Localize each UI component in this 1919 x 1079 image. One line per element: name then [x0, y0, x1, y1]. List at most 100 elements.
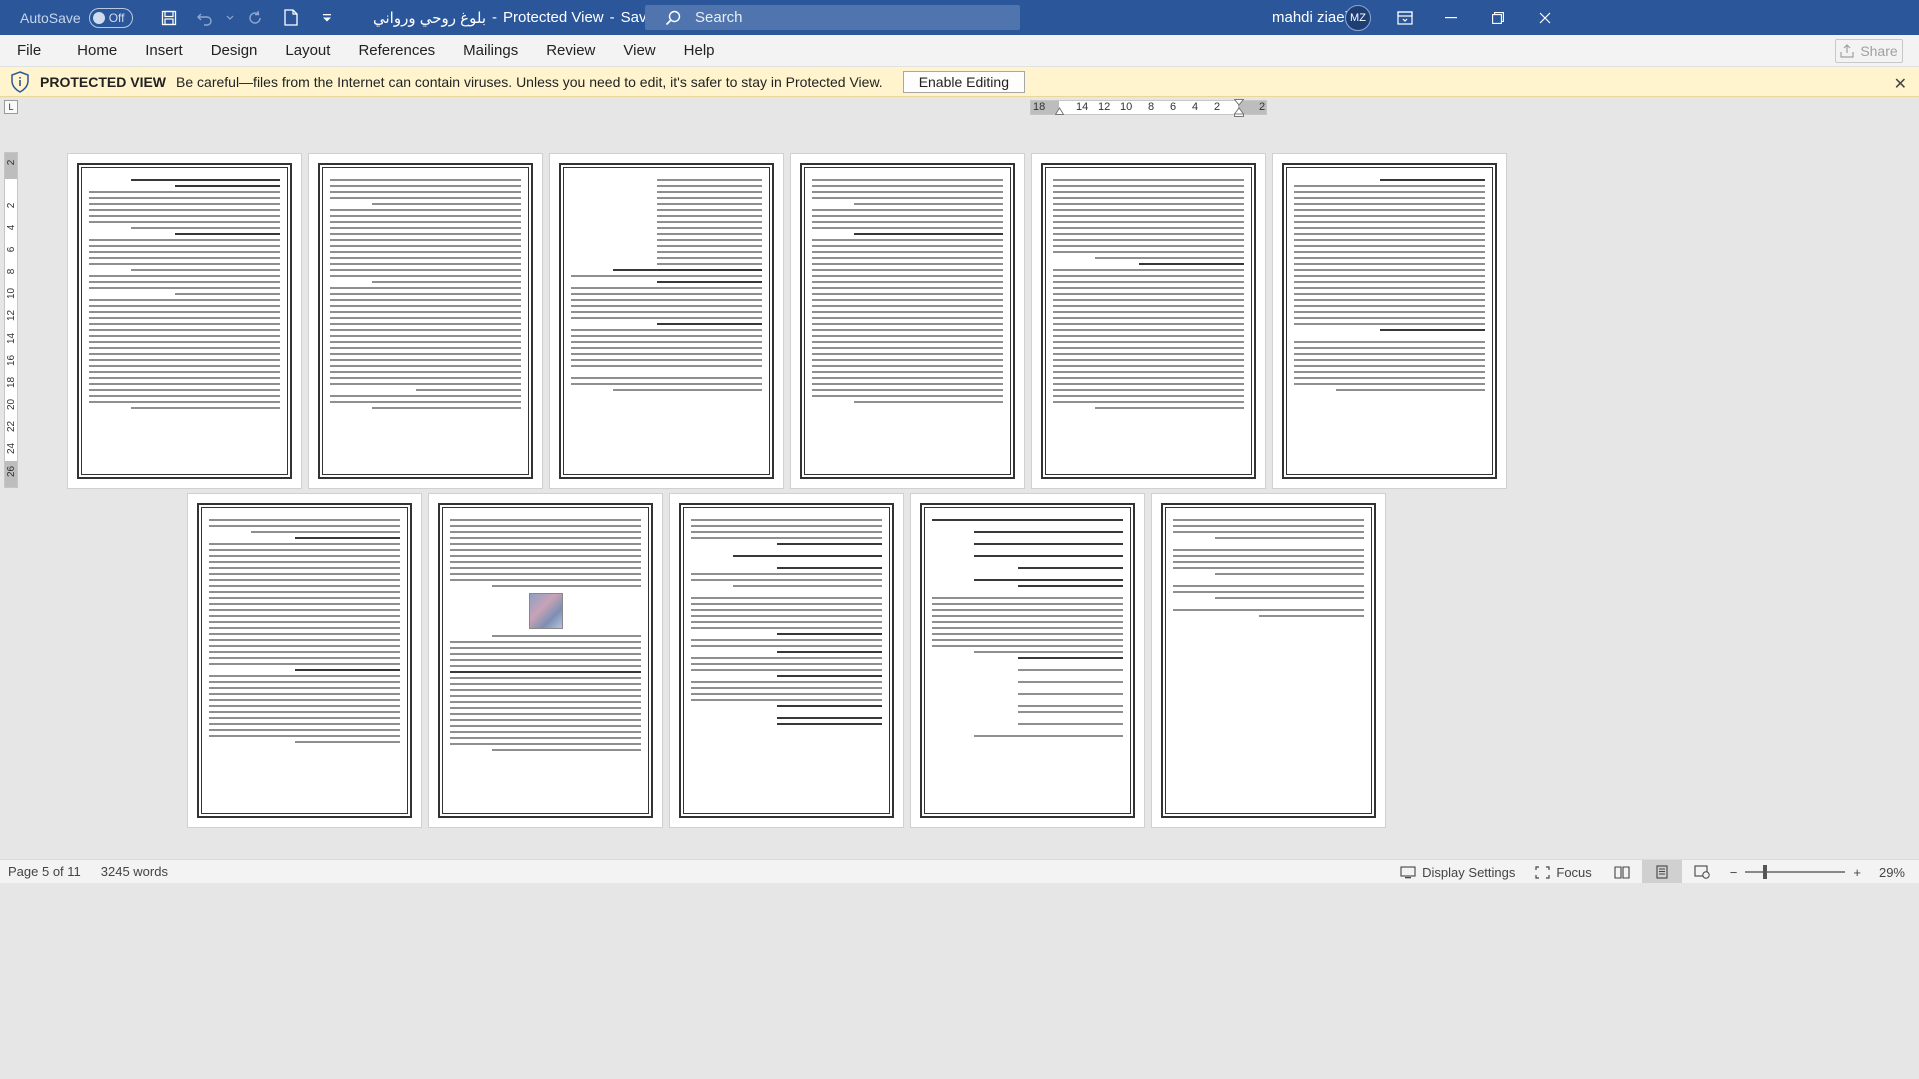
page-text-block: [920, 503, 1135, 818]
horizontal-ruler[interactable]: 18 14 12 10 8 6 4 2 2: [1030, 99, 1267, 117]
focus-button[interactable]: Focus: [1525, 860, 1601, 884]
ruler-tick: 26: [6, 465, 17, 477]
page-count[interactable]: Page 5 of 11: [8, 864, 81, 879]
menu-design[interactable]: Design: [197, 35, 272, 67]
customize-toolbar-icon[interactable]: [309, 0, 345, 35]
ruler-tick: 2: [1259, 101, 1266, 113]
menu-references[interactable]: References: [344, 35, 449, 67]
menu-insert[interactable]: Insert: [131, 35, 197, 67]
menu-help[interactable]: Help: [670, 35, 729, 67]
redo-icon[interactable]: [237, 0, 273, 35]
page-thumbnail[interactable]: [791, 154, 1024, 488]
ruler-tick: 2: [6, 159, 17, 166]
ruler-tick: 2: [6, 202, 17, 209]
page-text-block: [1041, 163, 1256, 479]
ruler-tick: 12: [6, 309, 17, 321]
zoom-slider-thumb[interactable]: [1763, 865, 1768, 879]
menu-layout[interactable]: Layout: [271, 35, 344, 67]
tab-selector-icon[interactable]: L: [4, 100, 18, 114]
page-thumbnail[interactable]: [68, 154, 301, 488]
web-layout-button[interactable]: [1682, 860, 1722, 884]
menu-home[interactable]: Home: [63, 35, 131, 67]
page-thumbnail[interactable]: [1032, 154, 1265, 488]
undo-icon[interactable]: [187, 0, 223, 35]
display-settings-button[interactable]: Display Settings: [1390, 860, 1525, 884]
page-thumbnail[interactable]: [550, 154, 783, 488]
page-thumbnail[interactable]: [429, 494, 662, 827]
page-thumbnail[interactable]: [911, 494, 1144, 827]
menu-mailings[interactable]: Mailings: [449, 35, 532, 67]
protected-view-message: Be careful—files from the Internet can c…: [176, 73, 883, 90]
close-icon[interactable]: [1522, 0, 1568, 35]
left-indent-marker-icon[interactable]: [1055, 107, 1064, 115]
title-separator: -: [609, 9, 615, 26]
close-icon[interactable]: ✕: [1894, 74, 1907, 94]
ruler-row: L 18 14 12 10 8 6 4 2 2: [0, 97, 1919, 119]
focus-icon: [1535, 865, 1550, 879]
search-input[interactable]: Search: [645, 5, 1020, 30]
web-layout-icon: [1694, 865, 1710, 879]
share-icon: [1840, 44, 1854, 58]
autosave-label: AutoSave: [20, 9, 81, 26]
shield-icon: [11, 70, 29, 93]
user-name[interactable]: mahdi ziaei: [1272, 0, 1348, 35]
word-count[interactable]: 3245 words: [101, 864, 168, 879]
print-layout-button[interactable]: [1641, 860, 1682, 884]
autosave-state: Off: [108, 10, 125, 25]
new-document-icon[interactable]: [273, 0, 309, 35]
page-thumbnail[interactable]: [1152, 494, 1385, 827]
display-settings-icon: [1400, 865, 1416, 878]
undo-dropdown-icon[interactable]: [223, 0, 237, 35]
page-thumbnail[interactable]: [1273, 154, 1506, 488]
autosave-toggle[interactable]: Off: [88, 7, 133, 28]
page-text-block: [77, 163, 292, 479]
page-thumbnail[interactable]: [309, 154, 542, 488]
document-name: بلوغ روحي ورواني: [373, 9, 487, 27]
page-text-block: [318, 163, 533, 479]
menu-bar: File Home Insert Design Layout Reference…: [0, 35, 1919, 67]
minimize-icon[interactable]: [1428, 0, 1474, 35]
ruler-tick: 14: [1076, 101, 1089, 113]
vertical-ruler[interactable]: 2 2 4 6 8 10 12 14 16 18 20 22 24 26: [4, 152, 18, 488]
zoom-slider[interactable]: [1745, 865, 1846, 879]
read-mode-button[interactable]: [1602, 860, 1642, 884]
page-text-block: [197, 503, 412, 818]
ruler-tick: 20: [6, 398, 17, 410]
menu-review[interactable]: Review: [532, 35, 609, 67]
ruler-tick: 8: [6, 268, 17, 275]
share-button[interactable]: Share: [1835, 39, 1903, 63]
page-thumbnail[interactable]: [188, 494, 421, 827]
avatar[interactable]: MZ: [1345, 5, 1371, 31]
protected-view-label: Protected View: [503, 9, 604, 26]
document-canvas[interactable]: [20, 119, 1919, 859]
enable-editing-button[interactable]: Enable Editing: [902, 70, 1025, 93]
toggle-knob: [92, 11, 105, 24]
ruler-tick: 6: [1170, 101, 1177, 113]
page-text-block: [1161, 503, 1376, 818]
ruler-tick: 18: [1033, 101, 1046, 113]
ribbon-display-options-icon[interactable]: [1382, 0, 1428, 35]
zoom-in-icon[interactable]: +: [1853, 865, 1861, 880]
share-label: Share: [1860, 43, 1898, 59]
ruler-tick: 8: [1148, 101, 1155, 113]
page-text-block: [800, 163, 1015, 479]
ruler-tick: 2: [1214, 101, 1221, 113]
ruler-tick: 12: [1098, 101, 1111, 113]
restore-icon[interactable]: [1475, 0, 1521, 35]
zoom-out-icon[interactable]: −: [1730, 865, 1738, 880]
page-thumbnail[interactable]: [670, 494, 903, 827]
menu-file[interactable]: File: [0, 35, 63, 67]
ruler-tick: 6: [6, 246, 17, 253]
focus-label: Focus: [1556, 864, 1592, 880]
zoom-level[interactable]: 29%: [1879, 865, 1905, 880]
right-indent-marker-icon[interactable]: [1234, 99, 1244, 117]
search-icon: [665, 10, 681, 25]
title-separator: -: [492, 9, 498, 26]
status-right-group: Display Settings Focus − + 29%: [1390, 860, 1919, 884]
save-icon[interactable]: [151, 0, 187, 35]
ruler-tick: 22: [6, 420, 17, 432]
ruler-tick: 4: [1192, 101, 1199, 113]
menu-view[interactable]: View: [609, 35, 669, 67]
desktop-background: [0, 883, 1919, 1079]
ruler-tick: 24: [6, 442, 17, 454]
